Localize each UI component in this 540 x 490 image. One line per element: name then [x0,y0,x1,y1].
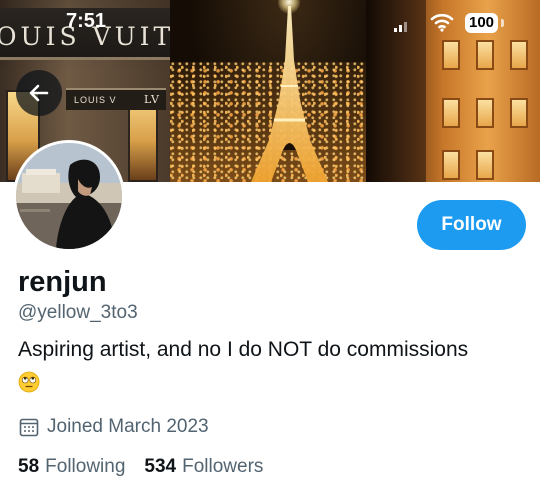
followers-count: 534 [144,456,177,477]
battery-tip [501,19,504,27]
calendar-icon [19,418,39,437]
eiffel-tower [251,6,328,182]
following-label: Following [45,456,126,477]
status-bar-time: 7:51 [66,10,107,32]
store-lower-sign: LOUIS V LV [66,88,166,110]
banner-eiffel-tower-photo [170,0,366,182]
battery-level: 100 [465,13,499,33]
followers-link[interactable]: 534 Followers [144,456,263,478]
face-with-rolling-eyes-icon [18,371,40,393]
following-count: 58 [18,456,40,477]
display-name: renjun [18,266,107,298]
followers-label: Followers [182,456,264,477]
store-lower-sign-text: LOUIS V [74,95,117,105]
building-window [442,40,460,70]
joined-date-row: Joined March 2023 [19,415,209,439]
following-link[interactable]: 58 Following [18,456,125,478]
follow-stats: 58 Following 534 Followers [18,456,263,478]
username-handle: @yellow_3to3 [18,302,138,323]
building-window [442,98,460,128]
building-window [510,40,528,70]
arrow-left-icon [29,84,49,102]
profile-bio: Aspiring artist, and no I do NOT do comm… [18,338,469,361]
building-window [476,150,494,180]
avatar-photo [16,143,122,249]
building-window [476,98,494,128]
follow-button[interactable]: Follow [417,200,526,250]
joined-date: Joined March 2023 [47,416,209,437]
cellular-signal-icon [394,22,407,32]
profile-screen: OUIS VUITTON LOUIS V LV [0,0,540,490]
avatar[interactable] [13,140,125,252]
store-monogram: LV [144,93,160,106]
wifi-icon [430,13,454,32]
building-window [476,40,494,70]
building-window [510,98,528,128]
back-button[interactable] [16,70,62,116]
building-window [442,150,460,180]
